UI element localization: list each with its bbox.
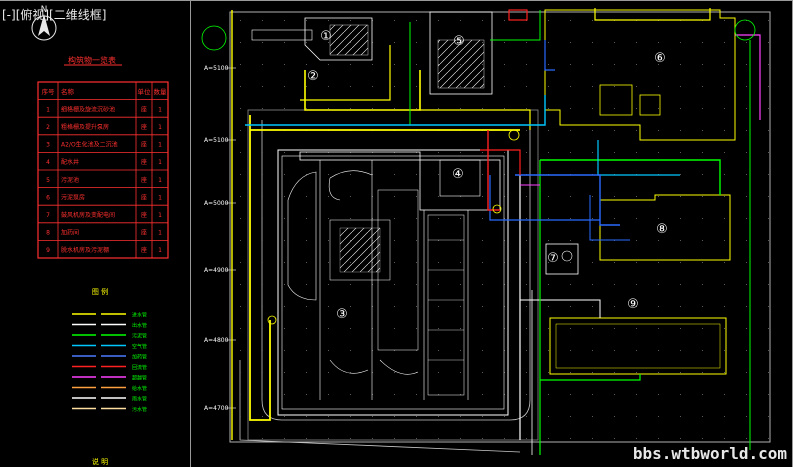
pipe-legend: 图 例 进水管出水管污泥管空气管加药管回流管超越管给水管雨水管污水管 说 明 (72, 287, 147, 466)
table-cell: 1 (158, 212, 162, 219)
table-header-cell: 单位 (138, 87, 152, 96)
table-cell: 粗格栅及提升泵房 (61, 123, 109, 131)
table-cell: A2/O生化池及二沉池 (61, 141, 118, 149)
table-cell: 5 (46, 177, 50, 184)
table-cell: 座 (141, 193, 147, 201)
table-cell: 污泥池 (61, 176, 79, 184)
table-cell: 1 (158, 124, 162, 131)
table-header-cell: 序号 (42, 87, 56, 96)
table-cell: 座 (141, 211, 147, 219)
dewatering-house[interactable] (549, 317, 727, 375)
table-cell: 1 (158, 177, 162, 184)
legend-swatch-gap (96, 395, 101, 401)
table-cell: 加药间 (61, 229, 79, 237)
table-cell: 1 (46, 106, 50, 113)
table-cell: 鼓风机房及变配电间 (61, 211, 115, 219)
axis-label: A=5000 (204, 200, 229, 207)
table-cell: 4 (46, 159, 50, 166)
cad-model-space[interactable]: [-][俯视][二维线框] N 构筑物一览表 序号 名称 单位 数量 1 细格栅及旋流沉砂… (0, 0, 793, 467)
table-cell: 座 (141, 123, 147, 131)
plan-number: ⑨ (627, 297, 639, 312)
table-cell: 座 (141, 158, 147, 166)
grid-axis-labels: A=5100 A=5100 A=5000 A=4900 A=4800 A=4700 (204, 65, 236, 412)
table-cell: 座 (141, 141, 147, 149)
table-cell: 座 (141, 246, 147, 254)
axis-label: A=4800 (204, 337, 229, 344)
table-cell: 8 (46, 230, 50, 237)
structure-table-title: 构筑物一览表 (68, 55, 116, 65)
legend-label: 加药管 (132, 354, 147, 361)
axis-label: A=4700 (204, 405, 229, 412)
blower-house[interactable] (544, 9, 736, 141)
table-cell: 1 (158, 194, 162, 201)
table-cell: 细格栅及旋流沉砂池 (61, 105, 115, 113)
plan-number: ③ (336, 307, 348, 322)
plan-number: ⑤ (453, 34, 465, 49)
legend-label: 进水管 (132, 312, 147, 319)
table-cell: 2 (46, 124, 50, 131)
axis-label: A=5100 (204, 137, 229, 144)
table-cell: 3 (46, 142, 50, 149)
legend-label: 超越管 (132, 375, 147, 382)
legend-swatch-gap (96, 385, 101, 390)
site-plan[interactable] (201, 8, 771, 455)
table-cell: 座 (141, 229, 147, 237)
table-header-cell: 数量 (154, 87, 168, 96)
plan-number: ④ (452, 167, 464, 182)
table-cell: 7 (46, 212, 50, 219)
legend-label: 雨水管 (132, 396, 147, 403)
legend-label: 给水管 (132, 385, 147, 392)
table-cell: 座 (141, 105, 147, 113)
legend-label: 回流管 (132, 364, 147, 371)
table-cell: 脱水机房及污泥棚 (61, 246, 109, 254)
table-cell: 1 (158, 247, 162, 254)
legend-swatch-gap (96, 332, 101, 338)
table-cell: 9 (46, 247, 50, 254)
structure-table: 构筑物一览表 序号 名称 单位 数量1 细格栅及旋流沉砂池座 12 粗格栅及提升泵房座 13 A… (37, 55, 169, 259)
table-cell: 污泥泵房 (61, 193, 85, 201)
plan-number: ② (307, 69, 319, 84)
table-cell: 配水井 (61, 158, 79, 166)
legend-footer: 说 明 (92, 457, 108, 466)
north-arrow-icon: N (31, 5, 57, 41)
plan-number: ⑥ (654, 51, 666, 66)
table-cell: 6 (46, 194, 50, 201)
legend-title: 图 例 (92, 287, 108, 296)
table-header-cell: 名称 (61, 87, 75, 96)
plan-number: ① (320, 29, 332, 44)
table-cell: 1 (158, 159, 162, 166)
table-cell: 1 (158, 106, 162, 113)
drawing-canvas[interactable]: N 构筑物一览表 序号 名称 单位 数量1 细格栅及旋流沉砂池座 12 粗格栅及提升泵房座 1… (0, 0, 793, 467)
legend-swatch-gap (96, 364, 101, 369)
north-arrow-label: N (41, 5, 48, 15)
axis-label: A=5100 (204, 65, 229, 72)
axis-label: A=4900 (204, 267, 229, 274)
legend-label: 出水管 (132, 322, 147, 329)
legend-swatch-gap (96, 311, 101, 317)
plan-number: ⑦ (547, 251, 559, 266)
aeration-tank[interactable] (277, 149, 509, 416)
legend-label: 污水管 (132, 406, 147, 413)
legend-swatch-gap (96, 322, 101, 327)
legend-swatch-gap (96, 353, 101, 359)
legend-swatch-gap (96, 406, 101, 411)
plan-number: ⑧ (656, 222, 668, 237)
watermark: bbs.wtbworld.com (632, 444, 787, 463)
table-cell: 1 (158, 142, 162, 149)
table-cell: 座 (141, 176, 147, 184)
legend-label: 污泥管 (132, 333, 147, 340)
legend-swatch-gap (96, 374, 101, 380)
table-cell: 1 (158, 230, 162, 237)
legend-swatch-gap (96, 343, 101, 348)
grit-chamber[interactable] (251, 17, 373, 61)
legend-label: 空气管 (132, 343, 147, 350)
sludge-tank[interactable] (429, 11, 493, 95)
